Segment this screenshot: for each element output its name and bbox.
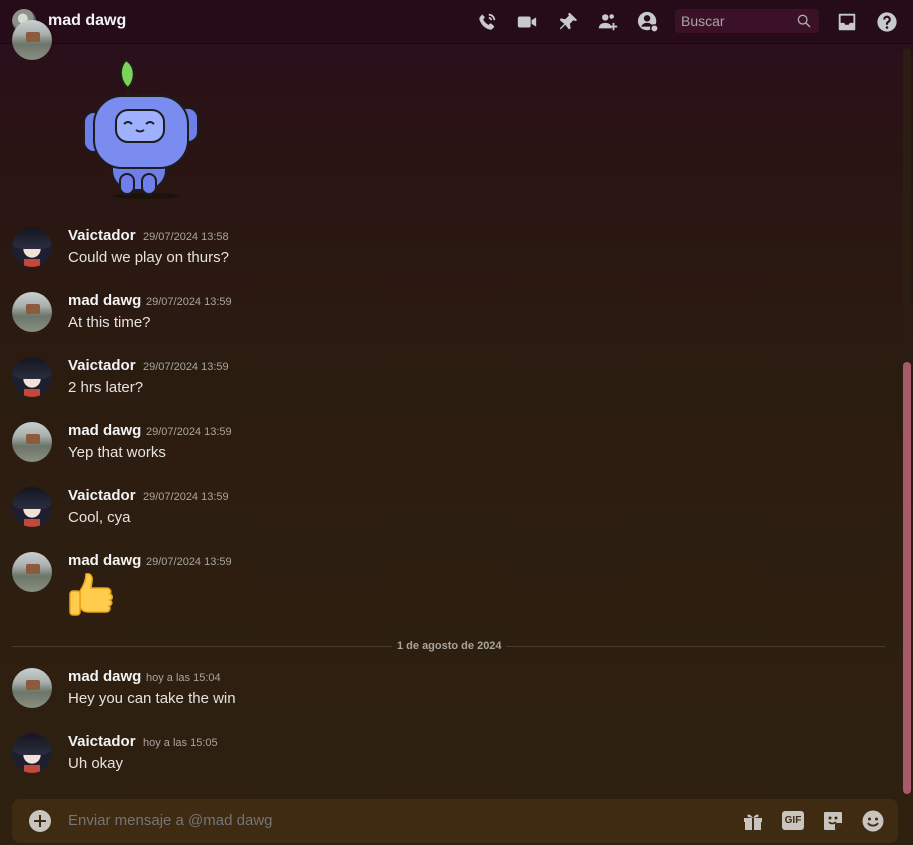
search-input[interactable]: Buscar	[675, 9, 819, 33]
pin-icon[interactable]	[556, 10, 580, 34]
phone-call-icon[interactable]	[475, 10, 499, 34]
message-timestamp: 29/07/2024 13:58	[143, 231, 229, 243]
message-author[interactable]: Vaictador	[68, 733, 136, 750]
author-avatar[interactable]	[12, 292, 52, 332]
message-timestamp: 29/07/2024 13:59	[146, 296, 232, 308]
sticker-icon[interactable]	[821, 809, 845, 833]
gif-button[interactable]: GIF	[782, 811, 804, 830]
upload-plus-icon[interactable]	[29, 810, 51, 832]
gift-icon[interactable]	[741, 809, 765, 833]
date-divider-line	[12, 646, 392, 647]
author-avatar[interactable]	[12, 552, 52, 592]
message-content: Cool, cya	[68, 509, 131, 526]
message-author[interactable]: mad dawg	[68, 668, 141, 685]
author-avatar[interactable]	[12, 227, 52, 267]
author-avatar[interactable]	[12, 20, 52, 60]
message-author[interactable]: Vaictador	[68, 357, 136, 374]
search-icon	[797, 14, 811, 28]
message-content: 2 hrs later?	[68, 379, 144, 396]
date-divider-line	[506, 646, 885, 647]
date-divider: 1 de agosto de 2024	[397, 640, 502, 652]
message-author[interactable]: mad dawg	[68, 552, 141, 569]
author-avatar[interactable]	[12, 487, 52, 527]
author-avatar[interactable]	[12, 733, 52, 773]
message-timestamp: 29/07/2024 13:59	[143, 361, 229, 373]
message-author[interactable]: mad dawg	[68, 422, 141, 439]
thumbs-up-emoji-icon	[69, 573, 113, 616]
inbox-icon[interactable]	[835, 10, 859, 34]
message-composer: GIF	[12, 799, 898, 843]
message-content: At this time?	[68, 314, 151, 331]
message-content: Hey you can take the win	[68, 690, 236, 707]
message-timestamp: 29/07/2024 13:59	[143, 491, 229, 503]
dm-title[interactable]: mad dawg	[48, 12, 126, 30]
message-input[interactable]	[68, 812, 708, 829]
search-placeholder: Buscar	[681, 13, 725, 29]
author-avatar[interactable]	[12, 357, 52, 397]
message-timestamp: 29/07/2024 13:59	[146, 426, 232, 438]
add-friends-icon[interactable]	[596, 10, 620, 34]
message-timestamp: 29/07/2024 13:59	[146, 556, 232, 568]
emoji-icon[interactable]	[861, 809, 885, 833]
message-content: Yep that works	[68, 444, 166, 461]
message-content: Uh okay	[68, 755, 124, 772]
message-timestamp: hoy a las 15:04	[146, 672, 221, 684]
scrollbar-thumb[interactable]	[903, 362, 911, 794]
help-icon[interactable]	[875, 10, 899, 34]
message-content: Could we play on thurs?	[68, 249, 229, 266]
message-author[interactable]: mad dawg	[68, 292, 141, 309]
message-timestamp: hoy a las 15:05	[143, 737, 218, 749]
channel-header: mad dawg Buscar	[0, 0, 913, 44]
author-avatar[interactable]	[12, 668, 52, 708]
message-author[interactable]: Vaictador	[68, 487, 136, 504]
message-author[interactable]: Vaictador	[68, 227, 136, 244]
author-avatar[interactable]	[12, 422, 52, 462]
user-profile-icon[interactable]	[636, 10, 660, 34]
video-call-icon[interactable]	[515, 10, 539, 34]
wumpus-sticker	[83, 58, 199, 199]
